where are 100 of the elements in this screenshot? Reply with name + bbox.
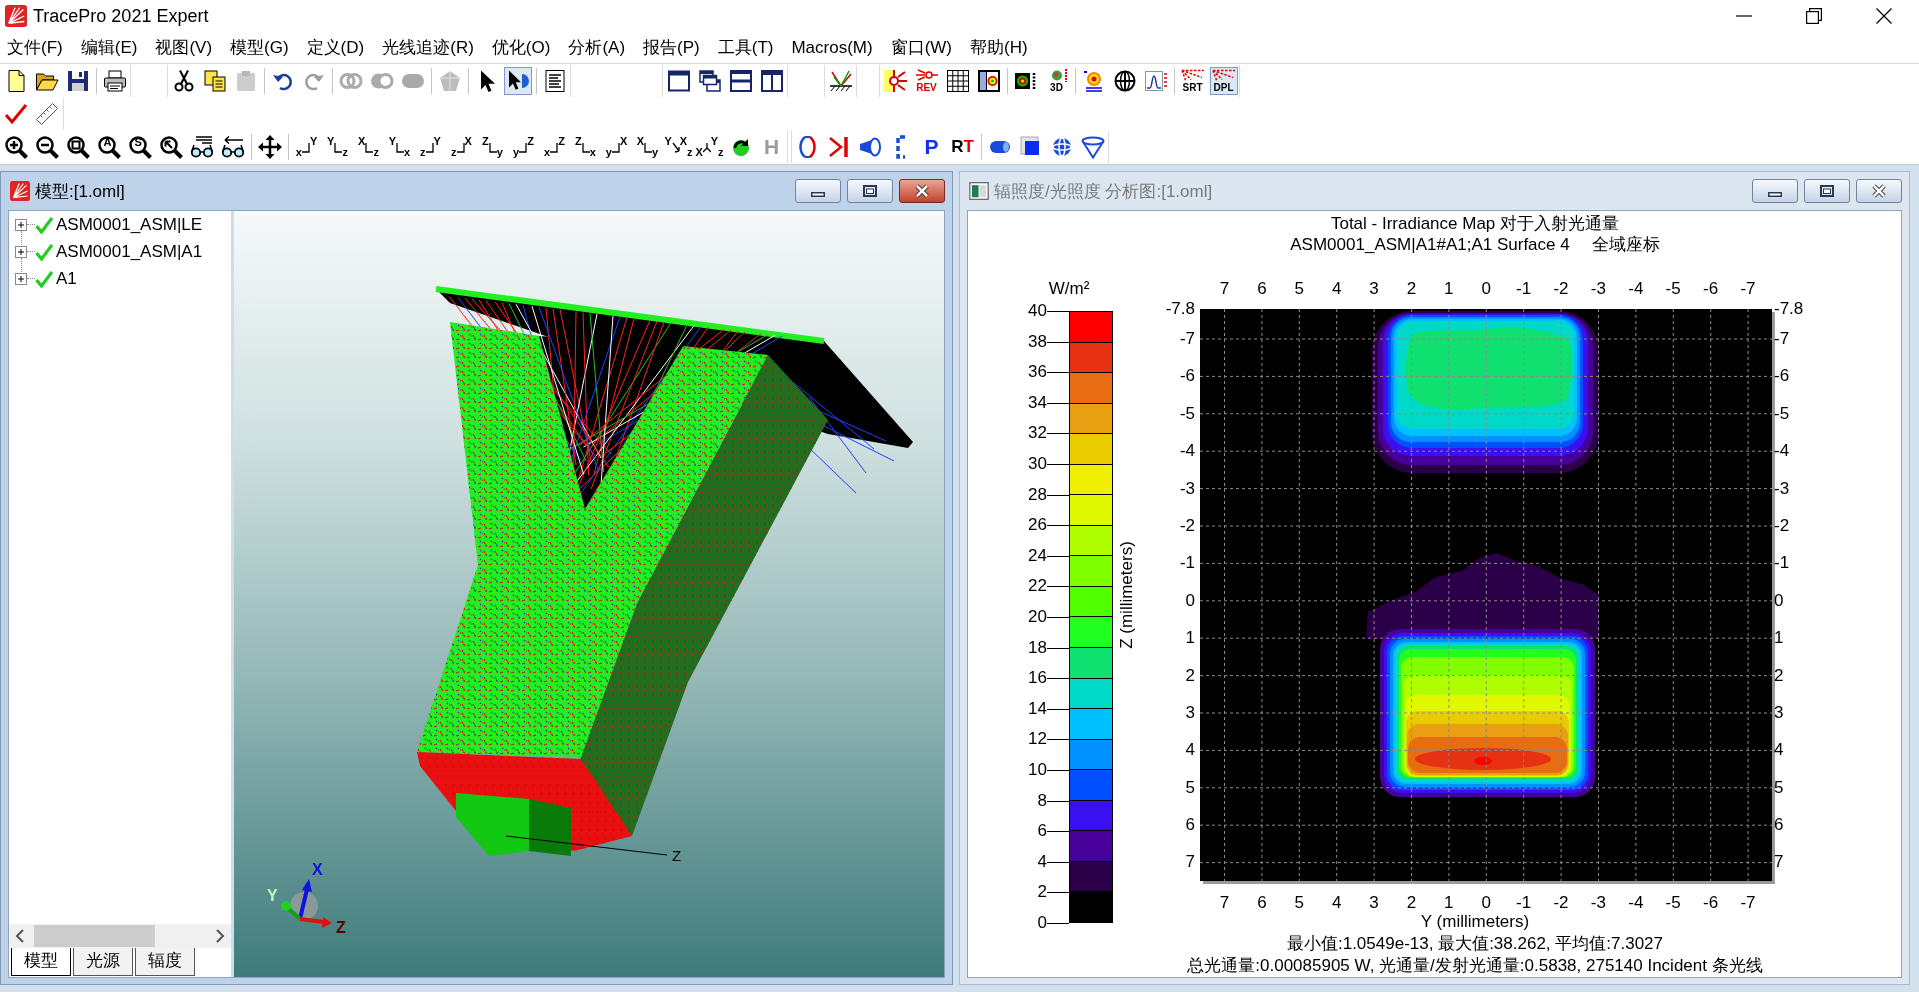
toolbar-button[interactable]: REV: [912, 67, 941, 95]
light-burst-icon[interactable]: [881, 67, 910, 95]
light-rays-icon: [914, 69, 939, 82]
axis-tick-label: 3: [1185, 702, 1195, 724]
maximize-icon: [863, 185, 877, 197]
menu-item[interactable]: 窗口(W): [883, 34, 962, 61]
axis-tick-label: 7: [1218, 279, 1231, 299]
toolbar-button[interactable]: SRT: [1178, 67, 1207, 95]
axis-tick-label: 4: [1185, 740, 1195, 762]
view-button[interactable]: z Y: [416, 133, 445, 161]
axis-tick-label: 7: [1774, 852, 1784, 874]
menu-item[interactable]: 模型(G): [223, 34, 298, 61]
colorbar-unit-label: W/m²: [1047, 279, 1091, 299]
menu-item[interactable]: 分析(A): [561, 34, 635, 61]
axis-tick-label: -1: [1179, 553, 1195, 575]
axis-tick-label: -5: [1664, 279, 1682, 299]
axis-tick-label: 5: [1185, 777, 1195, 799]
toolbar-button[interactable]: 3D: [1042, 67, 1071, 95]
colorbar-tick-label: 16: [1027, 668, 1047, 689]
menu-item[interactable]: 报告(P): [636, 34, 709, 61]
tree-item[interactable]: ASM0001_ASM|A1: [56, 241, 203, 262]
chart-window-icon: [969, 181, 989, 201]
menu-item[interactable]: Macros(M): [784, 34, 882, 61]
menu-item[interactable]: 编辑(E): [73, 34, 147, 61]
view-button[interactable]: X z: [354, 133, 383, 161]
toolbar-button[interactable]: RT: [948, 133, 977, 161]
minimize-button[interactable]: [795, 179, 841, 203]
restore-icon[interactable]: [1806, 8, 1822, 24]
colorbar-tick-label: 38: [1027, 331, 1047, 352]
axis-tick-label: 2: [1405, 893, 1418, 913]
axis-tick-label: 6: [1774, 815, 1784, 837]
view-button[interactable]: Y x: [385, 133, 414, 161]
close-button[interactable]: [1856, 179, 1902, 203]
magnifier-icon: [96, 135, 121, 159]
axis-tick-label: 5: [1293, 279, 1305, 299]
axis-tick-label: -5: [1664, 893, 1682, 913]
close-button[interactable]: [899, 179, 945, 203]
maximize-button[interactable]: [1804, 179, 1850, 203]
expand-icon[interactable]: [15, 272, 27, 285]
view-button[interactable]: Z y: [478, 133, 507, 161]
colorbar-tick-label: 22: [1027, 576, 1047, 597]
axis-tick-label: 2: [1185, 665, 1195, 687]
maximize-icon: [1820, 185, 1834, 197]
view-button[interactable]: x Z: [540, 133, 569, 161]
close-icon[interactable]: [1876, 8, 1892, 24]
tab[interactable]: 模型: [11, 948, 71, 976]
view-button[interactable]: y Z: [509, 133, 538, 161]
axis-tick-label: -3: [1589, 893, 1607, 913]
close-icon: [1872, 184, 1886, 198]
menu-item[interactable]: 定义(D): [299, 34, 374, 61]
colorbar-tick-label: 10: [1027, 759, 1047, 780]
colorbar-tick-label: 24: [1027, 545, 1047, 566]
menu-item[interactable]: 优化(O): [484, 34, 560, 61]
axis-corner-icon: [550, 141, 559, 153]
toolbar-button[interactable]: P: [917, 133, 946, 161]
toolbar-button[interactable]: DPL: [1209, 67, 1238, 95]
menu-item[interactable]: 光线追迹(R): [375, 34, 483, 61]
statistics-line: 最小值:1.0549e-13, 最大值:38.262, 平均值:7.3027: [1285, 933, 1665, 955]
scroll-thumb[interactable]: [34, 925, 155, 947]
axis-corner-icon: [334, 141, 343, 153]
zoom-button[interactable]: A: [94, 133, 123, 161]
axis-tick-label: -7: [1739, 893, 1757, 913]
axis-tick-label: -6: [1702, 893, 1720, 913]
axis-corner-icon: [365, 141, 374, 153]
view-button[interactable]: Z x: [571, 133, 600, 161]
view-button[interactable]: X y: [633, 133, 662, 161]
expand-icon[interactable]: [15, 218, 27, 231]
tab[interactable]: 光源: [73, 948, 133, 976]
view-button[interactable]: x Y: [292, 133, 321, 161]
check-icon: [35, 242, 53, 261]
menu-item[interactable]: 文件(F): [0, 34, 72, 61]
expand-icon[interactable]: [15, 245, 27, 258]
view-button[interactable]: y X: [602, 133, 631, 161]
view-button[interactable]: Y z: [323, 133, 352, 161]
colorbar-tick-label: 28: [1027, 484, 1047, 505]
colorbar-tick-label: 34: [1027, 392, 1047, 413]
view-button[interactable]: X Y z: [695, 133, 724, 161]
window-title: TracePro 2021 Expert: [33, 5, 209, 27]
axis-tick-label: 0: [1774, 590, 1784, 612]
axis-title: Z (millimeters): [1117, 541, 1137, 649]
minimize-icon: [1768, 191, 1782, 197]
axis-tick-label: -4: [1774, 441, 1790, 463]
scroll-right-icon[interactable]: [216, 929, 225, 943]
axis-tick-label: -4: [1179, 441, 1195, 463]
axis-tick-label: -2: [1552, 893, 1570, 913]
scrollbar[interactable]: [9, 924, 231, 948]
tab[interactable]: 辐度: [135, 948, 195, 976]
scroll-left-icon[interactable]: [15, 929, 24, 943]
view-button[interactable]: Y X z: [664, 133, 693, 161]
tree-item[interactable]: A1: [56, 268, 77, 289]
view-button[interactable]: z X: [447, 133, 476, 161]
menu-item[interactable]: 工具(T): [710, 34, 783, 61]
tree-item[interactable]: ASM0001_ASM|LE: [56, 214, 203, 235]
axis-corner-icon: [519, 141, 528, 153]
menu-item[interactable]: 帮助(H): [963, 34, 1037, 61]
maximize-button[interactable]: [847, 179, 893, 203]
minimize-button[interactable]: [1752, 179, 1798, 203]
axis-tick-label: 0: [1185, 590, 1195, 612]
pointer-curve-icon[interactable]: [503, 67, 532, 95]
menu-item[interactable]: 视图(V): [148, 34, 222, 61]
